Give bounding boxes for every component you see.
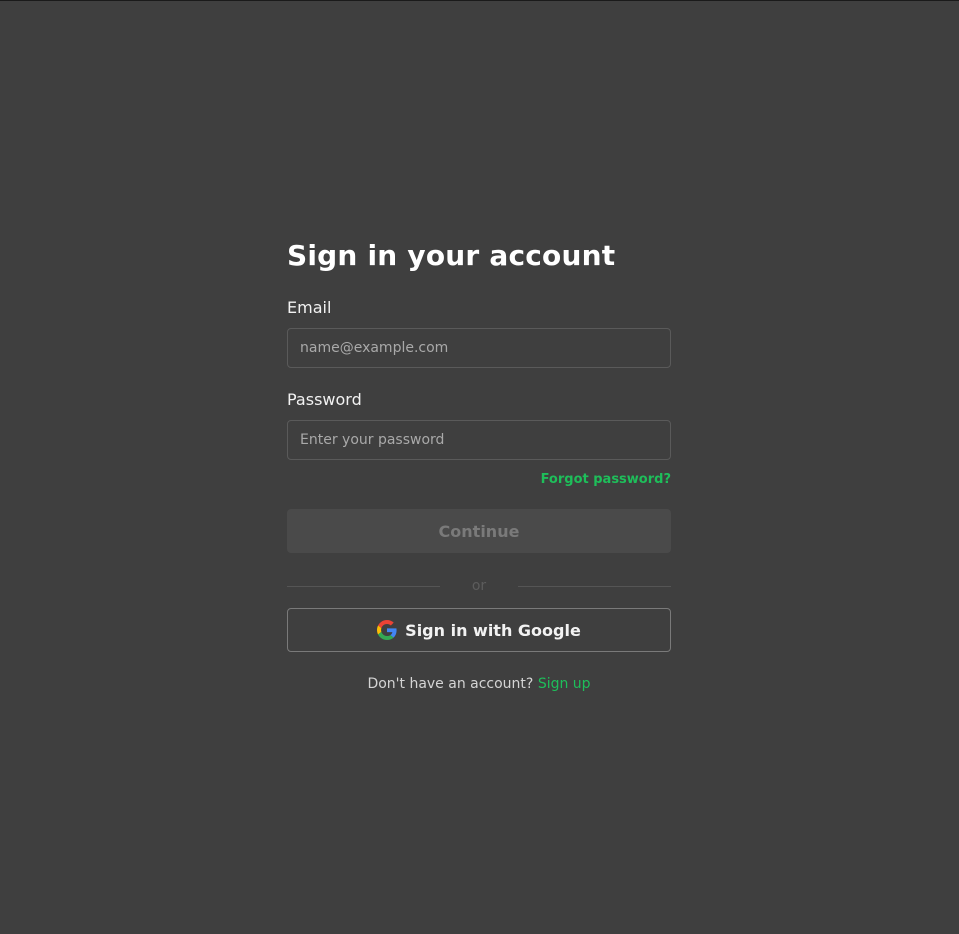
window-top-border [0, 0, 959, 1]
google-g-icon [377, 620, 397, 640]
page-title: Sign in your account [287, 239, 616, 272]
signup-prompt-text: Don't have an account? [367, 676, 538, 692]
or-divider: or [287, 576, 671, 596]
continue-button[interactable]: Continue [287, 509, 671, 553]
sign-in-form: Sign in your account Email Password Forg… [287, 238, 671, 694]
google-sign-in-button[interactable]: Sign in with Google [287, 608, 671, 652]
password-field[interactable] [287, 420, 671, 460]
google-button-label: Sign in with Google [405, 620, 581, 640]
signup-prompt: Don't have an account? Sign up [287, 674, 671, 694]
forgot-password-row: Forgot password? [287, 469, 671, 487]
divider-line-right [518, 586, 671, 587]
sign-up-link[interactable]: Sign up [538, 676, 591, 692]
email-label: Email [287, 298, 332, 317]
password-label: Password [287, 390, 362, 409]
email-field[interactable] [287, 328, 671, 368]
forgot-password-link[interactable]: Forgot password? [541, 472, 671, 487]
